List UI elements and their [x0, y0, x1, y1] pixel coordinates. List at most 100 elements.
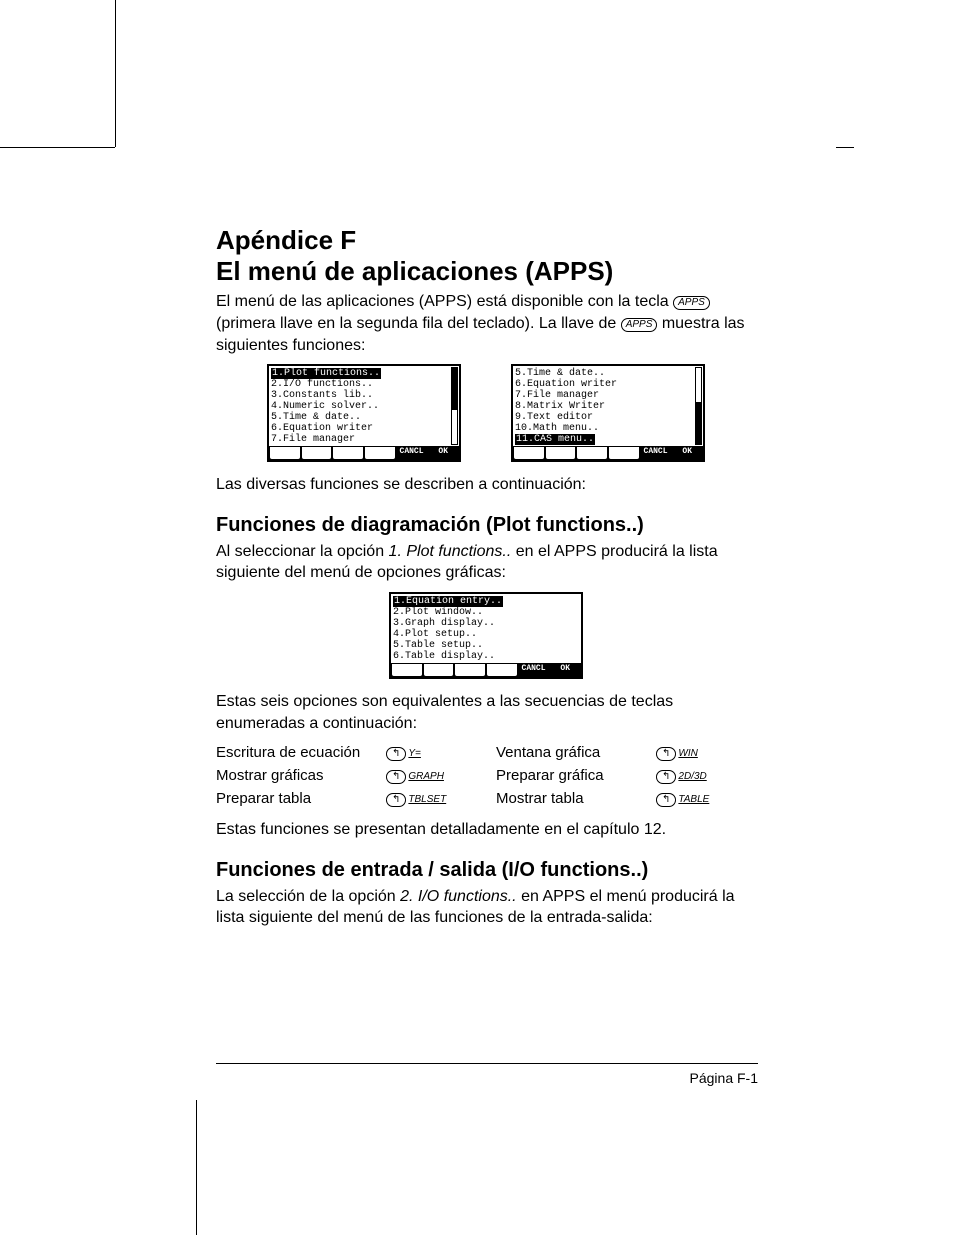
calc-screen-apps-top: 1.Plot functions.. 2.I/O functions.. 3.C… — [267, 364, 461, 462]
softkey-blank — [514, 447, 544, 459]
intro-paragraph: El menú de las aplicaciones (APPS) está … — [216, 291, 756, 356]
softkey-ok: OK — [428, 447, 458, 459]
menu-item: 6.Table display.. — [393, 651, 579, 662]
equiv-keys: ↰Y= — [386, 744, 496, 761]
softkey-cancel: CANCL — [641, 447, 671, 459]
menu-option-ref: 2. I/O functions.. — [400, 888, 517, 905]
menu-item: 8.Matrix Writer — [515, 401, 701, 412]
equiv-keys: ↰2D/3D — [656, 767, 756, 784]
equiv-label: Preparar gráfica — [496, 767, 656, 784]
menu-item: 10.Math menu.. — [515, 423, 701, 434]
scroll-thumb — [696, 402, 701, 444]
page-content: Apéndice F El menú de aplicaciones (APPS… — [216, 225, 756, 937]
menu-option-ref: 1. Plot functions.. — [389, 543, 512, 560]
menu-item: 11.CAS menu.. — [515, 434, 595, 445]
text: La selección de la opción — [216, 888, 400, 905]
equiv-keys: ↰GRAPH — [386, 767, 496, 784]
softkey-blank — [487, 664, 517, 676]
softkey-blank — [302, 447, 332, 459]
menu-item: 3.Graph display.. — [393, 618, 579, 629]
menu-item: 1.Plot functions.. — [271, 368, 381, 379]
title-line-2: El menú de aplicaciones (APPS) — [216, 256, 613, 286]
apps-key-icon: APPS — [621, 318, 658, 332]
softkey-blank — [455, 664, 485, 676]
key-equivalence-table: Escritura de ecuación ↰Y= Ventana gráfic… — [216, 744, 756, 807]
menu-item: 4.Plot setup.. — [393, 629, 579, 640]
fn-label: 2D/3D — [678, 771, 710, 782]
softkey-blank — [424, 664, 454, 676]
section-io-intro: La selección de la opción 2. I/O functio… — [216, 886, 756, 929]
crop-mark — [115, 0, 116, 147]
menu-item: 4.Numeric solver.. — [271, 401, 457, 412]
softkey-row: CANCL OK — [269, 446, 459, 460]
apps-key-icon: APPS — [673, 296, 710, 310]
title-line-1: Apéndice F — [216, 225, 356, 255]
scroll-thumb — [452, 368, 457, 410]
menu-item: 5.Time & date.. — [515, 368, 701, 379]
left-shift-icon: ↰ — [656, 793, 676, 807]
scrollbar — [451, 367, 458, 445]
equiv-label: Mostrar gráficas — [216, 767, 386, 784]
footer-rule — [216, 1063, 758, 1064]
crop-mark — [0, 147, 115, 148]
softkey-blank — [577, 447, 607, 459]
menu-item: 2.Plot window.. — [393, 607, 579, 618]
left-shift-icon: ↰ — [386, 770, 406, 784]
fn-label: WIN — [678, 748, 710, 759]
menu-item: 3.Constants lib.. — [271, 390, 457, 401]
calc-screen-apps-bottom: 5.Time & date.. 6.Equation writer 7.File… — [511, 364, 705, 462]
text: (primera llave en la segunda fila del te… — [216, 315, 621, 332]
softkey-cancel: CANCL — [519, 664, 549, 676]
crop-mark — [196, 1100, 197, 1235]
equiv-label: Escritura de ecuación — [216, 744, 386, 761]
left-shift-icon: ↰ — [656, 770, 676, 784]
softkey-ok: OK — [672, 447, 702, 459]
equiv-label: Mostrar tabla — [496, 790, 656, 807]
fn-label: TABLE — [678, 794, 710, 805]
menu-item: 7.File manager — [515, 390, 701, 401]
page-number: Página F-1 — [690, 1070, 758, 1086]
text: Al seleccionar la opción — [216, 543, 389, 560]
equiv-label: Preparar tabla — [216, 790, 386, 807]
equiv-keys: ↰WIN — [656, 744, 756, 761]
plot-screen-wrap: 1.Equation entry.. 2.Plot window.. 3.Gra… — [216, 592, 756, 679]
section-plot-title: Funciones de diagramación (Plot function… — [216, 514, 756, 537]
appendix-title: Apéndice F El menú de aplicaciones (APPS… — [216, 225, 756, 287]
section-io-title: Funciones de entrada / salida (I/O funct… — [216, 859, 756, 882]
softkey-blank — [365, 447, 395, 459]
fn-label: Y= — [408, 748, 440, 759]
menu-item: 5.Table setup.. — [393, 640, 579, 651]
softkey-blank — [546, 447, 576, 459]
equiv-intro: Estas seis opciones son equivalentes a l… — [216, 691, 756, 734]
softkey-blank — [609, 447, 639, 459]
section-plot-intro: Al seleccionar la opción 1. Plot functio… — [216, 541, 756, 584]
menu-item: 2.I/O functions.. — [271, 379, 457, 390]
equiv-keys: ↰TABLE — [656, 790, 756, 807]
chapter-ref: Estas funciones se presentan detalladame… — [216, 819, 756, 841]
softkey-blank — [333, 447, 363, 459]
fn-label: TBLSET — [408, 794, 446, 805]
left-shift-icon: ↰ — [386, 793, 406, 807]
crop-mark — [836, 147, 854, 148]
after-screens-text: Las diversas funciones se describen a co… — [216, 474, 756, 496]
menu-item: 9.Text editor — [515, 412, 701, 423]
menu-item: 6.Equation writer — [515, 379, 701, 390]
softkey-cancel: CANCL — [397, 447, 427, 459]
softkey-blank — [392, 664, 422, 676]
fn-label: GRAPH — [408, 771, 444, 782]
calc-screen-plot: 1.Equation entry.. 2.Plot window.. 3.Gra… — [389, 592, 583, 679]
equiv-label: Ventana gráfica — [496, 744, 656, 761]
softkey-blank — [270, 447, 300, 459]
softkey-ok: OK — [550, 664, 580, 676]
left-shift-icon: ↰ — [386, 747, 406, 761]
equiv-keys: ↰TBLSET — [386, 790, 496, 807]
left-shift-icon: ↰ — [656, 747, 676, 761]
text: El menú de las aplicaciones (APPS) está … — [216, 293, 673, 310]
menu-item: 7.File manager — [271, 434, 457, 445]
scrollbar — [695, 367, 702, 445]
softkey-row: CANCL OK — [513, 446, 703, 460]
softkey-row: CANCL OK — [391, 663, 581, 677]
apps-screens-row: 1.Plot functions.. 2.I/O functions.. 3.C… — [216, 364, 756, 462]
menu-item: 5.Time & date.. — [271, 412, 457, 423]
menu-item: 6.Equation writer — [271, 423, 457, 434]
